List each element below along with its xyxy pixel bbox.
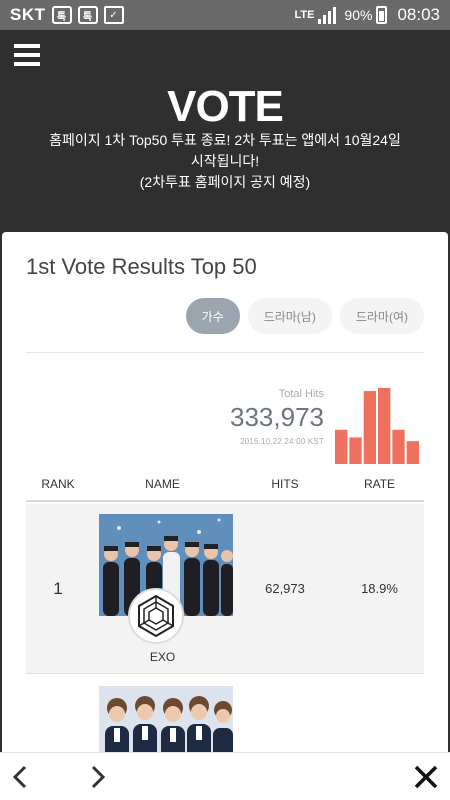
total-hits-summary: Total Hits 333,973 2016.10.22 24:00 KST bbox=[202, 388, 324, 446]
artist-cell[interactable] bbox=[90, 674, 235, 752]
notice-line-3: (2차투표 홈페이지 공지 예정) bbox=[139, 174, 311, 190]
hits-bar bbox=[378, 388, 391, 464]
total-hits-label: Total Hits bbox=[278, 388, 324, 400]
hits-value: 62,973 bbox=[265, 581, 305, 596]
table-header: RANK NAME HITS RATE bbox=[26, 468, 424, 502]
exo-logo-badge bbox=[128, 588, 184, 644]
hits-bar-graphic bbox=[335, 388, 419, 464]
table-row[interactable]: 1 EXO 62,973 18.9% bbox=[26, 504, 424, 674]
header-rank: RANK bbox=[41, 477, 75, 491]
tab-drama-female[interactable]: 드라마(여) bbox=[339, 298, 424, 334]
battery-icon bbox=[376, 6, 388, 24]
notice-line-2: 시작됩니다! bbox=[190, 153, 260, 169]
notice-line-1: 홈페이지 1차 Top50 투표 종료! 2차 투표는 앱에서 10월24일 bbox=[49, 132, 401, 148]
talk-icon: 톡 bbox=[77, 6, 98, 24]
tab-singer[interactable]: 가수 bbox=[185, 298, 240, 334]
table-row[interactable] bbox=[26, 674, 424, 752]
menu-icon[interactable] bbox=[14, 44, 40, 66]
bottom-nav bbox=[0, 752, 450, 800]
close-icon bbox=[414, 765, 438, 789]
carrier-label: SKT bbox=[10, 5, 46, 24]
network-label: LTE bbox=[294, 9, 315, 21]
chevron-right-icon bbox=[91, 765, 106, 789]
rank-value: 1 bbox=[53, 578, 63, 598]
divider bbox=[26, 352, 424, 353]
vote-logo[interactable]: VOTE bbox=[0, 82, 450, 132]
briefcase-icon: ✓ bbox=[103, 6, 124, 24]
tab-drama-male[interactable]: 드라마(남) bbox=[247, 298, 332, 334]
artist-name: EXO bbox=[149, 650, 176, 664]
header-hits: HITS bbox=[271, 477, 299, 491]
artist-cell[interactable]: EXO bbox=[90, 504, 235, 673]
header-name: NAME bbox=[145, 477, 180, 491]
notice-text: 홈페이지 1차 Top50 투표 종료! 2차 투표는 앱에서 10월24일 시… bbox=[20, 130, 430, 193]
close-button[interactable] bbox=[406, 753, 446, 800]
rate-value: 18.9% bbox=[361, 581, 398, 596]
clock: 08:03 bbox=[397, 5, 440, 24]
talk-icon: 톡 bbox=[51, 6, 72, 24]
page-header: VOTE 홈페이지 1차 Top50 투표 종료! 2차 투표는 앱에서 10월… bbox=[0, 30, 450, 235]
hits-bar bbox=[335, 429, 348, 464]
artist-photo[interactable] bbox=[99, 686, 233, 752]
hits-bar bbox=[406, 441, 419, 464]
category-tabs: 가수 드라마(남) 드라마(여) bbox=[185, 298, 424, 334]
signal-icon bbox=[318, 6, 337, 24]
timestamp: 2016.10.22 24:00 KST bbox=[239, 437, 324, 446]
hexagon-logo-icon bbox=[138, 594, 174, 638]
page-title: 1st Vote Results Top 50 bbox=[26, 254, 257, 279]
forward-button[interactable] bbox=[78, 753, 118, 800]
back-button[interactable] bbox=[0, 753, 40, 800]
chevron-left-icon bbox=[12, 765, 27, 789]
status-bar: SKT 톡 톡 ✓ LTE 90% 08:03 bbox=[0, 0, 450, 30]
hits-bar bbox=[363, 391, 376, 464]
header-rate: RATE bbox=[363, 477, 396, 491]
hits-bar bbox=[392, 429, 405, 464]
total-hits-value: 333,973 bbox=[230, 402, 324, 432]
results-card: 1st Vote Results Top 50 가수 드라마(남) 드라마(여)… bbox=[2, 232, 448, 752]
group-photo-illustration bbox=[99, 686, 233, 752]
battery-percent: 90% bbox=[344, 7, 373, 23]
hits-bar bbox=[349, 437, 362, 464]
